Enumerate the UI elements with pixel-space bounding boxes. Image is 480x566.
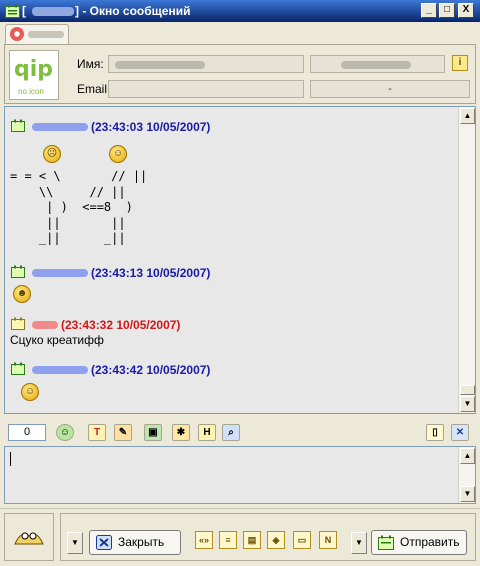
scroll-up-button[interactable]: ▲ (460, 108, 475, 124)
char-counter: 0 (8, 424, 46, 441)
name-field[interactable] (108, 55, 304, 73)
input-scroll-down-button[interactable]: ▼ (460, 486, 475, 502)
email-field[interactable] (108, 80, 304, 98)
message-timestamp: (23:43:03 10/05/2007) (91, 120, 211, 134)
send-file-icon[interactable]: ✱ (172, 424, 190, 441)
message-timestamp: (23:43:42 10/05/2007) (91, 363, 211, 377)
window-title-bracket: [ (22, 4, 26, 18)
close-button-label: Закрыть (118, 535, 165, 549)
laughing-smiley-icon: ☺ (109, 145, 127, 163)
send-options-dropdown[interactable]: ▼ (351, 532, 367, 554)
tools-icon[interactable]: ◈ (267, 531, 285, 549)
save-icon[interactable]: ▣ (144, 424, 162, 441)
message-timestamp: (23:43:13 10/05/2007) (91, 266, 211, 280)
font-button[interactable]: T (88, 424, 106, 441)
message-icon (11, 119, 25, 132)
input-scrollbar[interactable]: ▲ ▼ (458, 447, 475, 503)
action-panel: ▼ Закрыть «» ≡ ▤ ◈ ▭ N ▼ Отправить (60, 513, 476, 561)
close-button[interactable]: Закрыть (89, 530, 181, 555)
message-icon (11, 265, 25, 278)
shy-smiley-icon: ☺ (21, 383, 39, 401)
input-scroll-up-button[interactable]: ▲ (460, 448, 475, 464)
status-flower-icon (10, 27, 24, 41)
message-timestamp: (23:43:32 10/05/2007) (61, 318, 181, 332)
uin-field[interactable] (310, 55, 445, 73)
blurred-sender-nick (32, 123, 88, 131)
send-button[interactable]: Отправить (371, 530, 467, 555)
email-value: - (310, 80, 470, 98)
scroll-down-button[interactable]: ▼ (460, 396, 475, 412)
avatar: qip no icon (9, 50, 59, 100)
frame-icon[interactable]: ▭ (293, 531, 311, 549)
tab-strip (0, 22, 480, 44)
blurred-contact-name (32, 7, 74, 16)
text-caret (10, 452, 11, 466)
blurred-sender-nick (32, 269, 88, 277)
status-panel (4, 513, 54, 561)
notes-icon[interactable]: N (319, 531, 337, 549)
name-label: Имя: (77, 57, 104, 71)
blurred-tab-label (28, 31, 64, 38)
chat-mode-icon[interactable] (13, 528, 45, 548)
ascii-art: = = < \ // || \\ // || | ) <==8 ) || || … (10, 169, 148, 245)
blurred-sender-nick (32, 366, 88, 374)
message-icon (11, 317, 25, 330)
message-input[interactable]: ▲ ▼ (4, 446, 476, 504)
close-x-icon (96, 535, 112, 550)
message-window-icon (5, 4, 20, 18)
grin-smiley-icon: ☻ (13, 285, 31, 303)
scroll-thumb[interactable] (460, 385, 475, 395)
history-button[interactable]: H (198, 424, 216, 441)
maximize-button[interactable]: □ (439, 3, 455, 18)
list-icon[interactable]: ≡ (219, 531, 237, 549)
send-message-icon (378, 535, 394, 550)
window-titlebar[interactable]: [ ] - Окно сообщений _ □ X (0, 0, 480, 22)
blurred-uin (341, 61, 411, 69)
chat-scrollbar[interactable]: ▲ ▼ (458, 107, 475, 413)
chat-log[interactable]: (23:43:03 10/05/2007) ☹ ☺ = = < \ // || … (4, 106, 476, 414)
tab-contact[interactable] (5, 24, 69, 44)
smiley-picker-button[interactable]: ☺ (56, 424, 74, 441)
message-icon (11, 362, 25, 375)
blurred-name (115, 61, 205, 69)
close-options-dropdown[interactable]: ▼ (67, 532, 83, 554)
sad-smiley-icon: ☹ (43, 145, 61, 163)
search-icon[interactable]: ⌕ (222, 424, 240, 441)
contact-info-panel: qip no icon Имя: i Email: - (4, 44, 476, 104)
send-button-label: Отправить (400, 535, 460, 549)
close-tab-icon[interactable]: ✕ (451, 424, 469, 441)
message-text: Сцуко креатифф (10, 333, 104, 347)
bottom-bar: ▼ Закрыть «» ≡ ▤ ◈ ▭ N ▼ Отправить (0, 508, 480, 566)
quote-icon[interactable]: «» (195, 531, 213, 549)
logo-text: qip (14, 57, 54, 82)
minimize-button[interactable]: _ (421, 3, 437, 18)
note-icon[interactable]: ▯ (426, 424, 444, 441)
user-info-button[interactable]: i (452, 55, 468, 71)
blurred-sender-nick (32, 321, 58, 329)
window-title: ] - Окно сообщений (75, 4, 191, 18)
message-toolbar: 0 ☺ T ✎ ▣ ✱ H ⌕ ▯ ✕ (4, 420, 476, 444)
table-icon[interactable]: ▤ (243, 531, 261, 549)
logo-subtext: no icon (18, 87, 44, 96)
close-window-button[interactable]: X (458, 3, 474, 18)
email-label: Email: (77, 82, 111, 96)
color-picker-icon[interactable]: ✎ (114, 424, 132, 441)
